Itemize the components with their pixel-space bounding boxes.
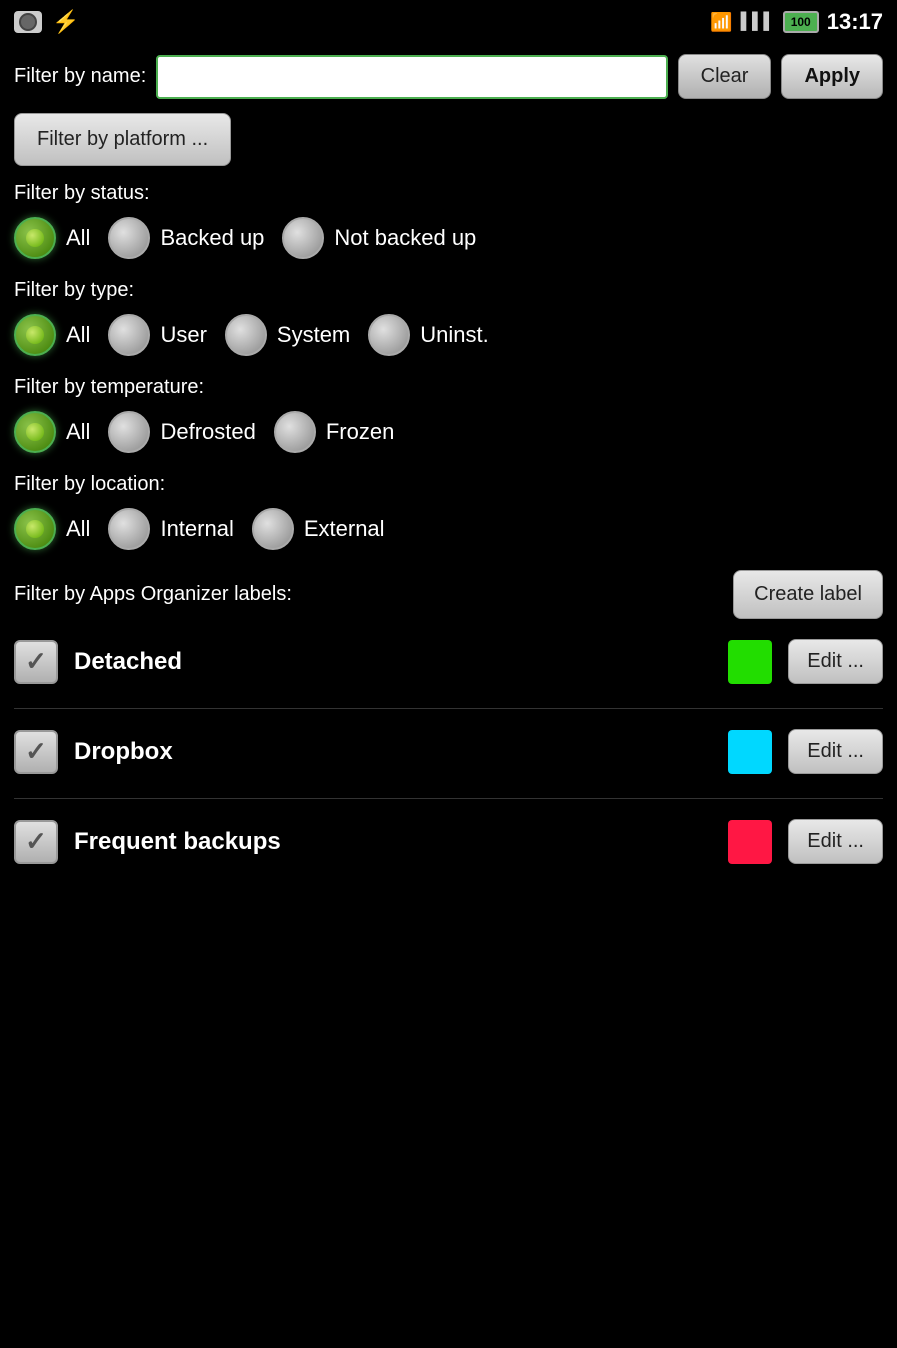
status-filter-label: Filter by status: <box>14 182 883 205</box>
type-option-system[interactable]: System <box>225 314 350 356</box>
type-radio-all[interactable] <box>14 314 56 356</box>
temp-label-frozen: Frozen <box>326 419 394 445</box>
edit-label-dropbox[interactable]: Edit ... <box>788 729 883 774</box>
temperature-radio-group: All Defrosted Frozen <box>14 411 883 453</box>
type-option-all[interactable]: All <box>14 314 90 356</box>
type-radio-user[interactable] <box>108 314 150 356</box>
divider-2 <box>14 798 883 799</box>
temp-radio-defrosted[interactable] <box>108 411 150 453</box>
camera-icon <box>14 11 42 33</box>
label-item-frequent-backups: Frequent backups Edit ... <box>14 819 883 864</box>
loc-label-external: External <box>304 516 385 542</box>
status-radio-notbackedup[interactable] <box>282 217 324 259</box>
status-filter-section: Filter by status: All Backed up Not back… <box>14 182 883 259</box>
apply-button[interactable]: Apply <box>781 54 883 99</box>
label-checkbox-frequent-backups[interactable] <box>14 820 58 864</box>
label-checkbox-detached[interactable] <box>14 640 58 684</box>
label-item-detached: Detached Edit ... <box>14 639 883 684</box>
clear-button[interactable]: Clear <box>678 54 772 99</box>
filter-name-row: Filter by name: Clear Apply <box>14 54 883 99</box>
loc-label-all: All <box>66 516 90 542</box>
loc-radio-all[interactable] <box>14 508 56 550</box>
labels-header-row: Filter by Apps Organizer labels: Create … <box>14 570 883 619</box>
edit-label-frequent-backups[interactable]: Edit ... <box>788 819 883 864</box>
type-option-uninst[interactable]: Uninst. <box>368 314 488 356</box>
filter-name-label: Filter by name: <box>14 65 146 88</box>
type-label-system: System <box>277 322 350 348</box>
time-display: 13:17 <box>827 9 883 35</box>
filter-name-input[interactable] <box>156 55 667 99</box>
type-filter-label: Filter by type: <box>14 279 883 302</box>
status-radio-all[interactable] <box>14 217 56 259</box>
label-name-detached: Detached <box>74 648 712 676</box>
labels-section-label: Filter by Apps Organizer labels: <box>14 583 292 606</box>
temp-radio-all[interactable] <box>14 411 56 453</box>
platform-filter-button[interactable]: Filter by platform ... <box>14 113 231 166</box>
temp-option-all[interactable]: All <box>14 411 90 453</box>
label-color-dropbox <box>728 730 772 774</box>
status-radio-backedup[interactable] <box>108 217 150 259</box>
location-filter-section: Filter by location: All Internal Externa… <box>14 473 883 550</box>
divider-1 <box>14 708 883 709</box>
temp-radio-frozen[interactable] <box>274 411 316 453</box>
loc-label-internal: Internal <box>160 516 233 542</box>
wifi-icon: 📶 <box>710 12 732 33</box>
usb-icon: ⚡ <box>52 9 79 35</box>
label-name-dropbox: Dropbox <box>74 738 712 766</box>
status-bar-left: ⚡ <box>14 9 79 35</box>
type-radio-system[interactable] <box>225 314 267 356</box>
loc-option-internal[interactable]: Internal <box>108 508 233 550</box>
type-option-user[interactable]: User <box>108 314 206 356</box>
type-radio-group: All User System Uninst. <box>14 314 883 356</box>
temp-option-defrosted[interactable]: Defrosted <box>108 411 255 453</box>
location-filter-label: Filter by location: <box>14 473 883 496</box>
status-bar-right: 📶 ▌▌▌ 100 13:17 <box>710 9 883 35</box>
label-color-detached <box>728 640 772 684</box>
type-label-uninst: Uninst. <box>420 322 488 348</box>
loc-radio-external[interactable] <box>252 508 294 550</box>
status-option-notbackedup[interactable]: Not backed up <box>282 217 476 259</box>
status-option-all[interactable]: All <box>14 217 90 259</box>
temperature-filter-section: Filter by temperature: All Defrosted Fro… <box>14 376 883 453</box>
status-option-backedup[interactable]: Backed up <box>108 217 264 259</box>
loc-option-external[interactable]: External <box>252 508 385 550</box>
loc-radio-internal[interactable] <box>108 508 150 550</box>
label-checkbox-dropbox[interactable] <box>14 730 58 774</box>
type-label-all: All <box>66 322 90 348</box>
type-filter-section: Filter by type: All User System Uninst. <box>14 279 883 356</box>
temp-option-frozen[interactable]: Frozen <box>274 411 394 453</box>
signal-icon: ▌▌▌ <box>741 13 775 31</box>
status-bar: ⚡ 📶 ▌▌▌ 100 13:17 <box>0 0 897 44</box>
label-item-dropbox: Dropbox Edit ... <box>14 729 883 774</box>
type-radio-uninst[interactable] <box>368 314 410 356</box>
label-name-frequent-backups: Frequent backups <box>74 828 712 856</box>
labels-section: Filter by Apps Organizer labels: Create … <box>14 570 883 864</box>
label-color-frequent-backups <box>728 820 772 864</box>
temp-label-defrosted: Defrosted <box>160 419 255 445</box>
main-content: Filter by name: Clear Apply Filter by pl… <box>0 44 897 898</box>
temperature-filter-label: Filter by temperature: <box>14 376 883 399</box>
type-label-user: User <box>160 322 206 348</box>
edit-label-detached[interactable]: Edit ... <box>788 639 883 684</box>
create-label-button[interactable]: Create label <box>733 570 883 619</box>
battery-icon: 100 <box>783 11 819 33</box>
status-label-notbackedup: Not backed up <box>334 225 476 251</box>
status-label-backedup: Backed up <box>160 225 264 251</box>
temp-label-all: All <box>66 419 90 445</box>
location-radio-group: All Internal External <box>14 508 883 550</box>
loc-option-all[interactable]: All <box>14 508 90 550</box>
status-label-all: All <box>66 225 90 251</box>
status-radio-group: All Backed up Not backed up <box>14 217 883 259</box>
